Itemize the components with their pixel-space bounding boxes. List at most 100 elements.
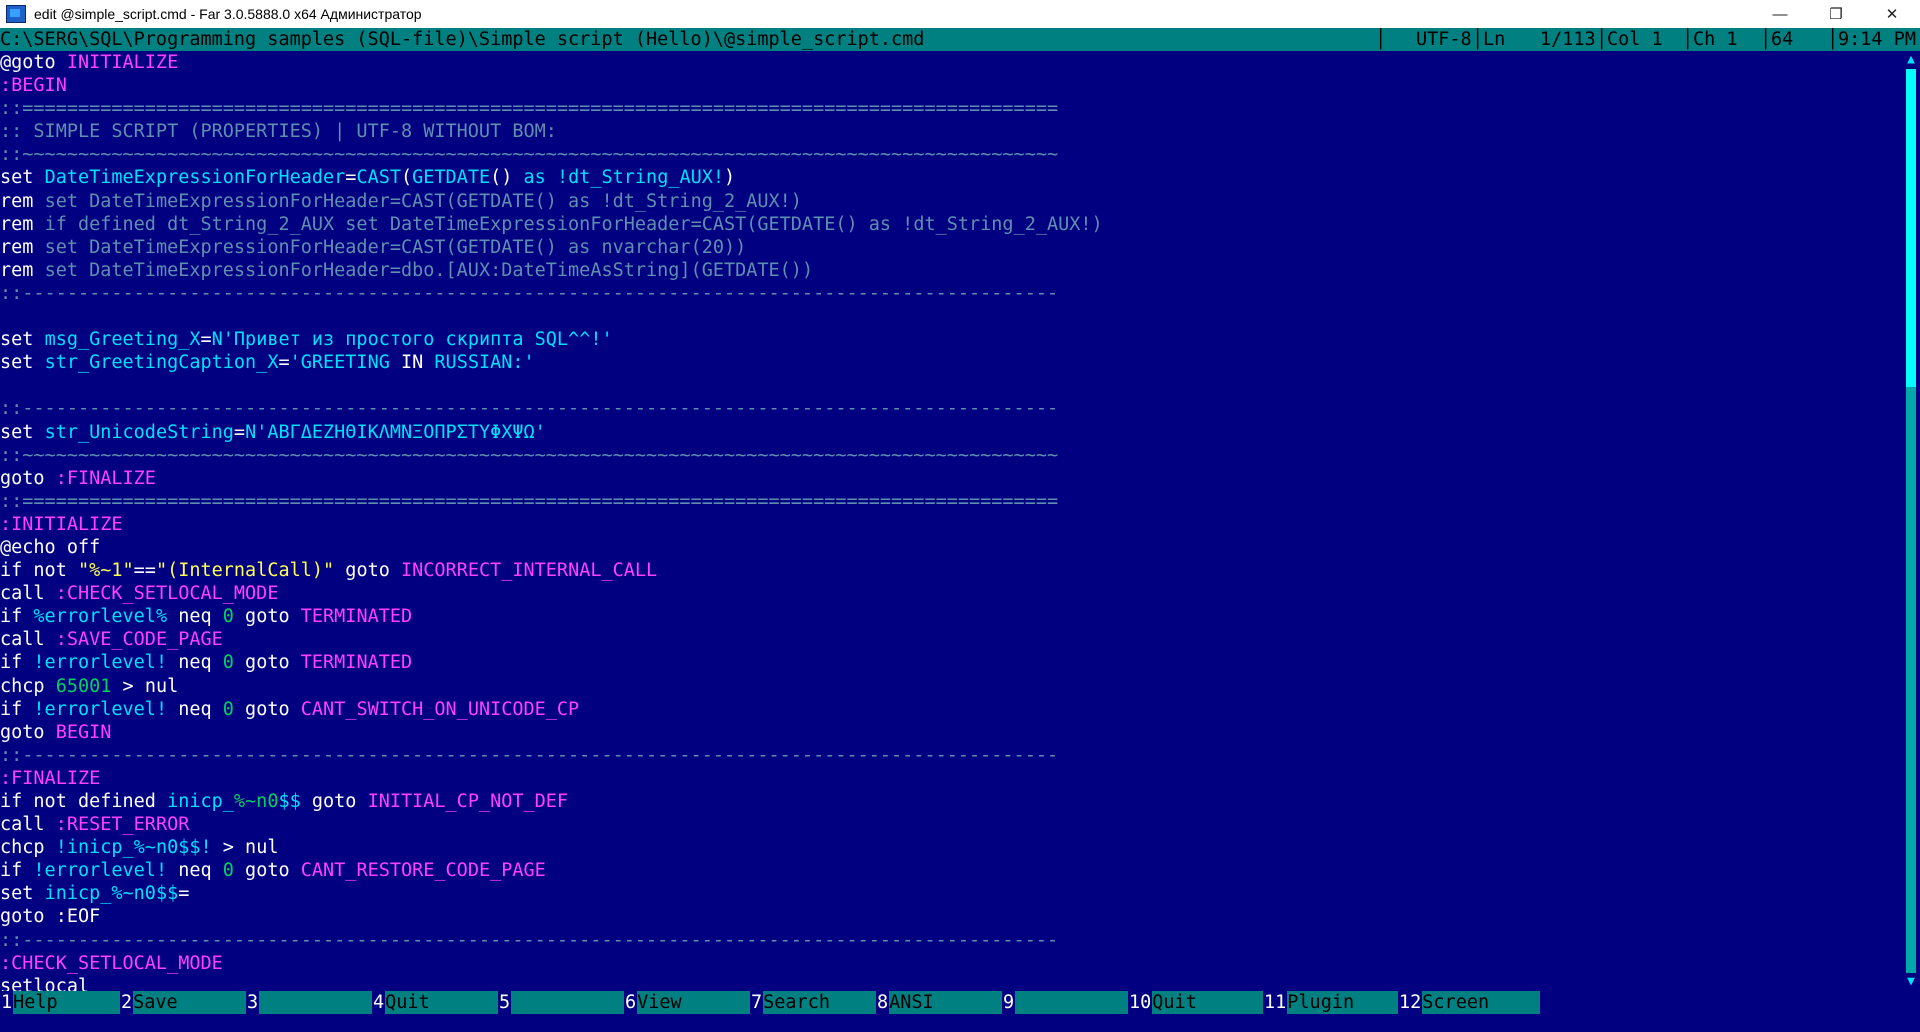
code-line[interactable]: rem set DateTimeExpressionForHeader=CAST…: [0, 236, 1902, 259]
fkey-label: Screen: [1422, 991, 1540, 1014]
code-line[interactable]: :INITIALIZE: [0, 513, 1902, 536]
code-line[interactable]: set str_GreetingCaption_X='GREETING IN R…: [0, 351, 1902, 374]
code-token: =: [178, 883, 190, 905]
code-line[interactable]: chcp !inicp_%~n0$$! > nul: [0, 836, 1902, 859]
encoding[interactable]: UTF-8: [1416, 28, 1472, 51]
separator: │: [1760, 29, 1772, 50]
code-line[interactable]: @goto INITIALIZE: [0, 51, 1902, 74]
code-line[interactable]: :CHECK_SETLOCAL_MODE: [0, 952, 1902, 975]
code-token: rem: [0, 190, 45, 212]
code-line[interactable]: :FINALIZE: [0, 767, 1902, 790]
code-line[interactable]: ::--------------------------------------…: [0, 929, 1902, 952]
code-line[interactable]: ::~~~~~~~~~~~~~~~~~~~~~~~~~~~~~~~~~~~~~~…: [0, 143, 1902, 166]
fkey-4[interactable]: 4 Quit: [372, 991, 498, 1014]
code-token: set: [0, 883, 45, 905]
code-line[interactable]: goto :FINALIZE: [0, 467, 1902, 490]
code-token: !errorlevel!: [33, 698, 168, 720]
code-token: INCORRECT_INTERNAL_CALL: [401, 560, 658, 582]
code-line[interactable]: [0, 374, 1902, 397]
code-line[interactable]: ::--------------------------------------…: [0, 282, 1902, 305]
fkey-number: 4: [372, 991, 386, 1014]
code-token: "%~1": [77, 560, 134, 582]
fkey-label: Save: [133, 991, 246, 1014]
scroll-down-icon[interactable]: ▼: [1902, 973, 1920, 991]
code-token: 'GREETING: [289, 352, 401, 374]
code-token: DateTimeExpressionForHeader: [44, 167, 346, 189]
code-line[interactable]: if !errorlevel! neq 0 goto TERMINATED: [0, 651, 1902, 674]
code-line[interactable]: if not defined inicp_%~n0$$ goto INITIAL…: [0, 790, 1902, 813]
fkey-9[interactable]: 9: [1002, 991, 1128, 1014]
code-line[interactable]: set DateTimeExpressionForHeader=CAST(GET…: [0, 166, 1902, 189]
fkey-5[interactable]: 5: [498, 991, 624, 1014]
code-editor[interactable]: @goto INITIALIZE:BEGIN::================…: [0, 51, 1902, 991]
fkey-10[interactable]: 10 Quit: [1128, 991, 1263, 1014]
code-line[interactable]: :BEGIN: [0, 74, 1902, 97]
code-token: =: [233, 421, 246, 443]
fkey-number: 10: [1128, 991, 1153, 1014]
code-token: set DateTimeExpressionForHeader=CAST(GET…: [44, 236, 747, 258]
code-line[interactable]: if !errorlevel! neq 0 goto CANT_RESTORE_…: [0, 859, 1902, 882]
code-line[interactable]: ::======================================…: [0, 490, 1902, 513]
fkey-8[interactable]: 8 ANSI: [876, 991, 1002, 1014]
fkey-label: Plugin: [1287, 991, 1398, 1014]
code-line[interactable]: ::--------------------------------------…: [0, 744, 1902, 767]
code-line[interactable]: chcp 65001 > nul: [0, 675, 1902, 698]
code-line[interactable]: call :CHECK_SETLOCAL_MODE: [0, 582, 1902, 605]
code-token: goto: [233, 652, 301, 674]
fkey-label: [511, 991, 624, 1014]
code-line[interactable]: setlocal: [0, 975, 1902, 991]
fkey-2[interactable]: 2 Save: [120, 991, 246, 1014]
code-token: goto: [334, 560, 401, 582]
code-line[interactable]: call :SAVE_CODE_PAGE: [0, 628, 1902, 651]
fkey-7[interactable]: 7 Search: [750, 991, 876, 1014]
code-line[interactable]: :: SIMPLE SCRIPT (PROPERTIES) | UTF-8 WI…: [0, 120, 1902, 143]
fkey-number: 7: [750, 991, 764, 1014]
code-line[interactable]: ::======================================…: [0, 97, 1902, 120]
code-token: @echo off: [0, 536, 101, 558]
code-line[interactable]: set msg_Greeting_X=N'Привет из простого …: [0, 328, 1902, 351]
code-line[interactable]: goto BEGIN: [0, 721, 1902, 744]
fkey-11[interactable]: 11 Plugin: [1263, 991, 1398, 1014]
code-line[interactable]: set str_UnicodeString=N'ΑΒΓΔΕΖΗΘΙΚΛΜΝΞΟΠ…: [0, 421, 1902, 444]
code-line[interactable]: set inicp_%~n0$$=: [0, 882, 1902, 905]
code-line[interactable]: if !errorlevel! neq 0 goto CANT_SWITCH_O…: [0, 698, 1902, 721]
code-line[interactable]: [0, 305, 1902, 328]
code-token: GETDATE: [412, 167, 491, 189]
fkey-1[interactable]: 1 Help: [0, 991, 120, 1014]
code-token: goto: [233, 698, 301, 720]
code-line[interactable]: if %errorlevel% neq 0 goto TERMINATED: [0, 605, 1902, 628]
code-token: ::======================================…: [0, 490, 1059, 512]
fkey-number: 8: [876, 991, 890, 1014]
fkey-12[interactable]: 12 Screen: [1398, 991, 1540, 1014]
code-token: 65001: [55, 675, 112, 697]
code-line[interactable]: ::~~~~~~~~~~~~~~~~~~~~~~~~~~~~~~~~~~~~~~…: [0, 444, 1902, 467]
code-token: ): [724, 167, 736, 189]
code-token: CANT_RESTORE_CODE_PAGE: [300, 860, 546, 882]
code-token: chcp: [0, 837, 56, 859]
vertical-scrollbar[interactable]: ▲ ▼: [1902, 51, 1920, 991]
fkey-3[interactable]: 3: [246, 991, 372, 1014]
scroll-up-icon[interactable]: ▲: [1902, 51, 1920, 69]
fkey-6[interactable]: 6 View: [624, 991, 750, 1014]
minimize-button[interactable]: —: [1752, 0, 1808, 28]
code-token: %~n0: [233, 791, 279, 812]
code-line[interactable]: @echo off: [0, 536, 1902, 559]
code-line[interactable]: call :RESET_ERROR: [0, 813, 1902, 836]
code-line[interactable]: rem set DateTimeExpressionForHeader=CAST…: [0, 190, 1902, 213]
maximize-button[interactable]: ❐: [1808, 0, 1864, 28]
code-line[interactable]: if not "%~1"=="(InternalCall)" goto INCO…: [0, 559, 1902, 582]
separator: │: [1596, 29, 1608, 50]
code-token: IN: [401, 352, 435, 374]
code-line[interactable]: rem if defined dt_String_2_AUX set DateT…: [0, 213, 1902, 236]
fkey-number: 1: [0, 991, 14, 1014]
scroll-thumb[interactable]: [1906, 69, 1916, 387]
code-token: CANT_SWITCH_ON_UNICODE_CP: [300, 698, 580, 720]
code-line[interactable]: goto :EOF: [0, 905, 1902, 928]
code-line[interactable]: rem set DateTimeExpressionForHeader=dbo.…: [0, 259, 1902, 282]
code-token: %errorlevel%: [33, 606, 168, 628]
close-button[interactable]: ✕: [1864, 0, 1920, 28]
code-token: goto :EOF: [0, 906, 101, 928]
code-line[interactable]: ::--------------------------------------…: [0, 397, 1902, 420]
code-token: if: [0, 606, 34, 628]
char-position: Ch 1: [1693, 29, 1738, 50]
